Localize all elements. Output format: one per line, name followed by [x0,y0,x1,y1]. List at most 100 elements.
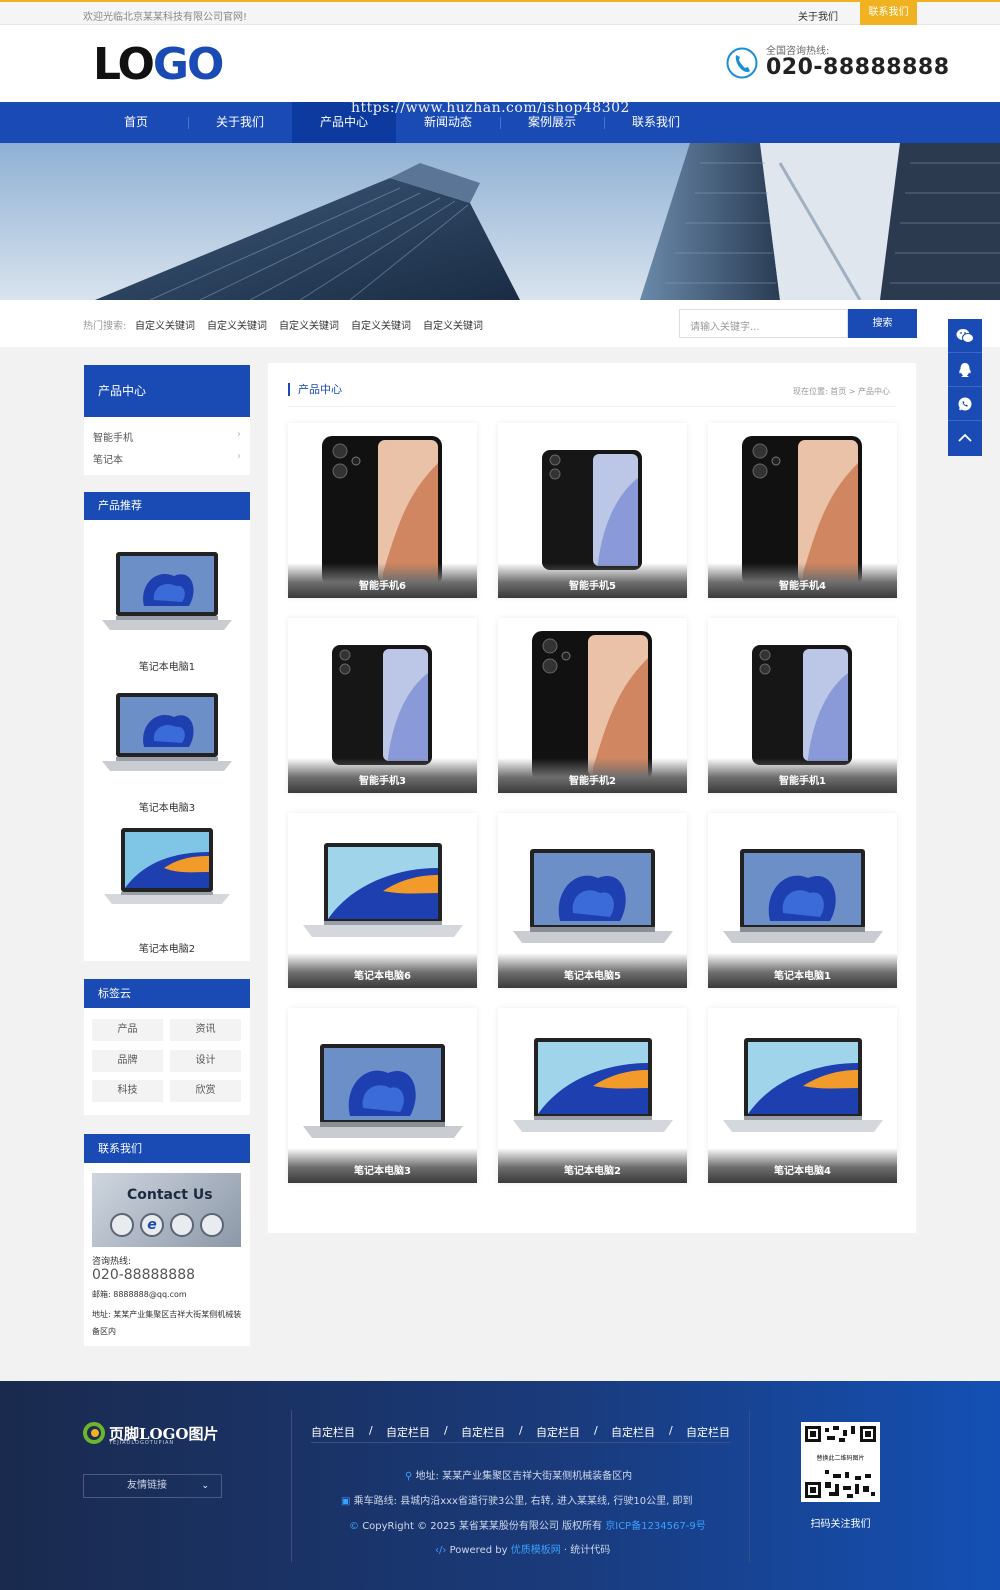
search-button[interactable]: 搜索 [848,309,917,338]
powered-link[interactable]: 优质模板网 [511,1545,561,1556]
nav-item-about[interactable]: 关于我们 [188,102,292,143]
product-name: 智能手机4 [708,563,897,598]
recommend-item[interactable]: 笔记本电脑2 [84,822,250,962]
product-card[interactable]: 笔记本电脑5 [498,813,687,988]
wechat-button[interactable] [948,319,982,353]
tag-item[interactable]: 品牌 [92,1050,163,1072]
hot-keyword[interactable]: 自定义关键词 [207,317,267,332]
recommend-label: 笔记本电脑1 [138,662,196,673]
product-card[interactable]: 笔记本电脑2 [498,1008,687,1183]
recommend-title: 产品推荐 [84,492,250,520]
footer-logo-icon [83,1422,105,1444]
hot-keyword[interactable]: 自定义关键词 [423,317,483,332]
tag-cloud-box: 标签云 产品 资讯 品牌 设计 科技 欣赏 [84,979,250,1115]
copyright-icon: © [349,1521,359,1532]
tag-item[interactable]: 科技 [92,1080,163,1102]
location-icon: ⚲ [405,1471,413,1482]
contact-hotline-label: 咨询热线: [92,1257,132,1267]
wechat-icon [956,328,974,343]
category-title: 产品中心 [84,365,250,417]
footer-route: ▣ 乘车路线: 县城内沿xxx省道行驶3公里, 右转, 进入某某线, 行驶10公… [341,1496,693,1507]
category-item-phones[interactable]: 智能手机 › [93,429,241,444]
recommend-item[interactable]: 笔记本电脑3 [84,681,250,821]
contact-image-text: Contact Us [127,1187,213,1203]
recommend-item[interactable]: 笔记本电脑1 [84,540,250,680]
watermark-text: https://www.huzhan.com/ishop48302 [351,100,630,116]
product-card[interactable]: 智能手机3 [288,618,477,793]
footer-nav-separator: / [369,1424,373,1437]
floating-toolbar [948,319,982,456]
hot-keyword[interactable]: 自定义关键词 [351,317,411,332]
product-name: 智能手机3 [288,758,477,793]
product-name: 智能手机2 [498,758,687,793]
product-name: 智能手机1 [708,758,897,793]
chevron-right-icon: › [237,429,241,440]
breadcrumb: 现在位置: 首页 > 产品中心 [793,387,891,396]
nav-item-home[interactable]: 首页 [84,102,188,143]
product-card[interactable]: 笔记本电脑1 [708,813,897,988]
mobile-icon [200,1213,224,1237]
hotline-number: 020-88888888 [766,55,950,80]
footer-logo-subtitle: YEJIAOLOGOTUPIAN [109,1440,175,1446]
footer-nav-separator: / [519,1424,523,1437]
product-name: 笔记本电脑5 [498,953,687,988]
product-name: 笔记本电脑3 [288,1148,477,1183]
footer-nav-item[interactable]: 自定栏目 [611,1424,655,1440]
laptop-thumbnail [102,552,232,630]
chevron-right-icon: › [237,451,241,462]
footer-nav-separator: / [669,1424,673,1437]
top-bar: 欢迎光临北京某某科技有限公司官网! 关于我们 联系我们 [0,0,1000,25]
hot-keyword[interactable]: 自定义关键词 [135,317,195,332]
chevron-down-icon: ⌄ [201,1481,209,1491]
top-about-link[interactable]: 关于我们 [798,8,838,23]
laptop-thumbnail [104,828,230,904]
computer-icon [170,1213,194,1237]
product-card[interactable]: 智能手机1 [708,618,897,793]
footer-nav-item[interactable]: 自定栏目 [386,1424,430,1440]
product-card[interactable]: 笔记本电脑3 [288,1008,477,1183]
page-title: 产品中心 [288,383,342,396]
top-contact-button[interactable]: 联系我们 [860,0,917,25]
product-card[interactable]: 智能手机6 [288,423,477,598]
product-name: 智能手机5 [498,563,687,598]
footer-powered: ‹/› Powered by 优质模板网 · 统计代码 [435,1545,611,1556]
footer-nav-item[interactable]: 自定栏目 [536,1424,580,1440]
banner-image [0,143,1000,300]
product-card[interactable]: 智能手机5 [498,423,687,598]
qq-button[interactable] [948,353,982,387]
tag-item[interactable]: 资讯 [170,1019,241,1041]
footer-nav-item[interactable]: 自定栏目 [686,1424,730,1440]
footer-copyright: © CopyRight © 2025 某省某某股份有限公司 版权所有 京ICP备… [349,1521,706,1532]
footer-divider [749,1410,750,1562]
category-item-laptops[interactable]: 笔记本 › [93,451,241,466]
product-card[interactable]: 智能手机4 [708,423,897,598]
footer-nav-separator: / [594,1424,598,1437]
friend-links-dropdown[interactable]: 友情链接 ⌄ [83,1474,222,1498]
product-card[interactable]: 笔记本电脑6 [288,813,477,988]
bus-icon: ▣ [341,1496,351,1507]
qr-code-image: 替换此二维码图片 [801,1422,880,1502]
phone-icon [726,47,758,79]
footer-nav-item[interactable]: 自定栏目 [311,1424,355,1440]
tag-item[interactable]: 产品 [92,1019,163,1041]
footer-nav-item[interactable]: 自定栏目 [461,1424,505,1440]
product-card[interactable]: 智能手机2 [498,618,687,793]
qq-icon [959,362,971,377]
mail-icon [110,1213,134,1237]
icp-link[interactable]: 京ICP备1234567-9号 [605,1521,705,1532]
back-to-top-button[interactable] [948,421,982,455]
site-logo[interactable]: LOGO [93,40,224,90]
qr-caption: 扫码关注我们 [810,1519,871,1530]
product-name: 笔记本电脑2 [498,1148,687,1183]
product-name: 笔记本电脑1 [708,953,897,988]
tag-item[interactable]: 设计 [170,1050,241,1072]
contact-hotline: 020-88888888 [92,1267,196,1283]
search-input[interactable]: 请输入关键字... [679,309,848,338]
whatsapp-icon [958,397,972,410]
whatsapp-button[interactable] [948,387,982,421]
tag-item[interactable]: 欣赏 [170,1080,241,1102]
contact-address: 地址: 某某产业集聚区吉祥大街某侧机械装备区内 [92,1310,242,1336]
product-card[interactable]: 笔记本电脑4 [708,1008,897,1183]
hot-keyword[interactable]: 自定义关键词 [279,317,339,332]
welcome-text: 欢迎光临北京某某科技有限公司官网! [83,12,248,23]
